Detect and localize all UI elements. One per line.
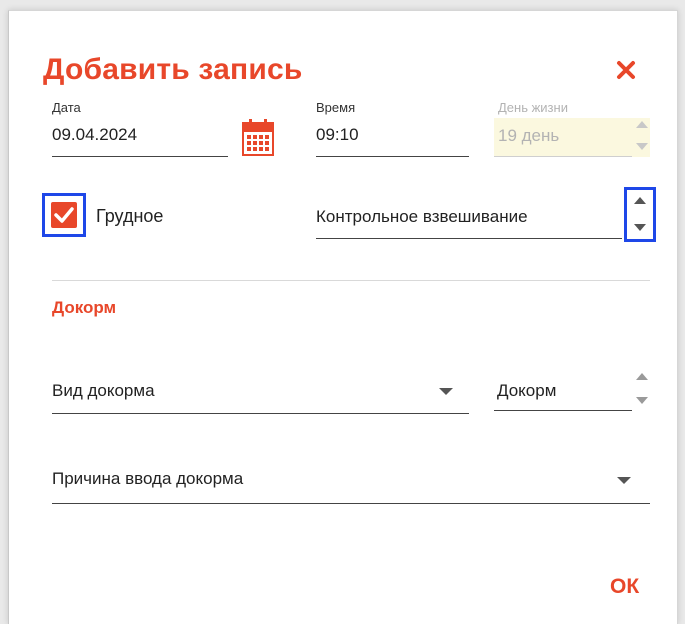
section-divider [52, 280, 650, 281]
time-underline [316, 156, 469, 157]
time-field[interactable]: 09:10 [316, 125, 359, 145]
weighing-spinner[interactable] [624, 187, 656, 242]
supplement-amount-spinner-icon[interactable] [633, 369, 651, 409]
day-of-life-field: 19 день [498, 126, 560, 145]
close-icon[interactable] [614, 58, 638, 82]
chevron-down-icon [617, 477, 631, 484]
supplement-reason-select[interactable]: Причина ввода докорма [52, 452, 650, 504]
chevron-down-icon [439, 388, 453, 395]
checkbox-checked [51, 202, 77, 228]
dialog-title: Добавить запись [43, 53, 303, 86]
breast-checkbox[interactable] [42, 193, 86, 237]
supplement-reason-underline [52, 503, 650, 504]
day-of-life-underline [494, 156, 632, 157]
supplement-reason-placeholder: Причина ввода докорма [52, 469, 244, 488]
supplement-section-title: Докорм [52, 298, 117, 317]
day-of-life-label: День жизни [498, 100, 568, 115]
supplement-amount-field[interactable]: Докорм [497, 381, 556, 401]
supplement-amount-underline [494, 410, 632, 411]
breast-label: Грудное [96, 206, 164, 226]
ok-button[interactable]: ОК [610, 575, 639, 599]
time-label: Время [316, 100, 356, 115]
supplement-type-placeholder: Вид докорма [52, 381, 155, 400]
checkmark-icon [54, 207, 74, 223]
weighing-underline [316, 238, 622, 239]
calendar-icon[interactable] [242, 119, 274, 157]
date-field[interactable]: 09.04.2024 [52, 125, 137, 145]
supplement-type-select[interactable]: Вид докорма [52, 364, 469, 414]
date-underline [52, 156, 228, 157]
spinner-arrows-icon [634, 197, 646, 231]
day-of-life-spinner-icon [636, 121, 648, 150]
weighing-field[interactable]: Контрольное взвешивание [316, 207, 528, 227]
date-label: Дата [52, 100, 81, 115]
supplement-type-underline [52, 413, 469, 414]
